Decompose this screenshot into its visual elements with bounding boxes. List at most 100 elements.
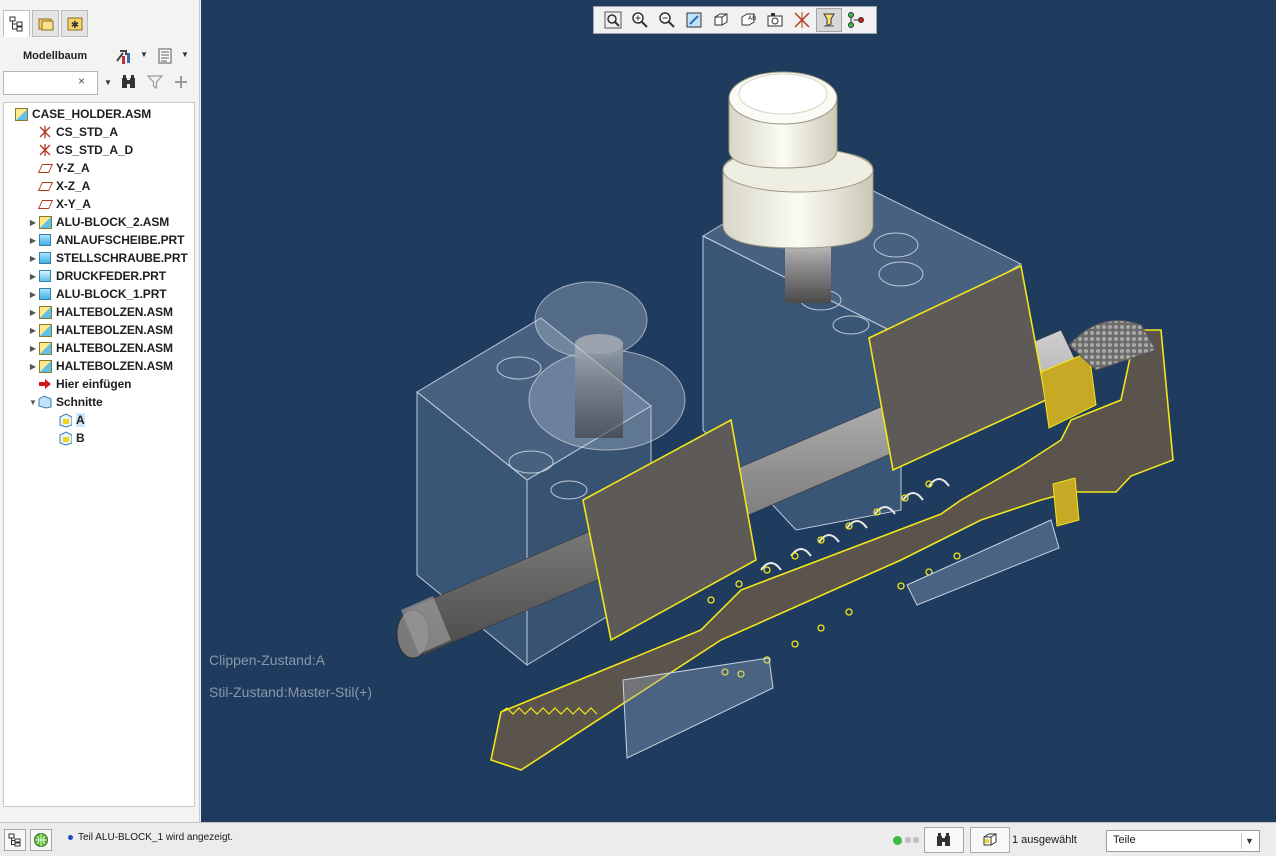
tree-item[interactable]: X-Y_A: [4, 195, 194, 213]
graphics-viewport[interactable]: AB Clippen-Zustand:A Stil-Zustand:Master…: [201, 0, 1276, 822]
tree-item[interactable]: CS_STD_A: [4, 123, 194, 141]
display-style-icon[interactable]: [708, 8, 734, 32]
expand-arrow-icon[interactable]: ▶: [28, 362, 38, 371]
model-tree-panel: ✱ Modellbaum ▼ ▼ × ▼ CASE_HOLDER.ASM CS_S…: [0, 0, 200, 822]
sections-folder-icon: [38, 395, 52, 409]
browser-globe-icon[interactable]: [30, 829, 52, 851]
spin-center-icon[interactable]: [816, 8, 842, 32]
tree-item[interactable]: ▶ DRUCKFEDER.PRT: [4, 267, 194, 285]
style-state-label: Stil-Zustand:Master-Stil(+): [209, 684, 372, 700]
expand-arrow-icon[interactable]: ▶: [28, 326, 38, 335]
tree-header: Modellbaum ▼ ▼: [3, 42, 195, 70]
tree-settings-dropdown-icon[interactable]: ▼: [140, 50, 148, 59]
tree-item-label: HALTEBOLZEN.ASM: [56, 305, 173, 319]
selection-filter-select[interactable]: Teile ▼: [1106, 830, 1260, 852]
tree-item-label: Y-Z_A: [56, 161, 90, 175]
add-column-icon[interactable]: [170, 72, 192, 92]
assembly-icon: [38, 341, 52, 355]
assembly-icon: [38, 305, 52, 319]
selected-items-icon[interactable]: [970, 827, 1010, 853]
tree-item[interactable]: Y-Z_A: [4, 159, 194, 177]
folder-browser-tab-icon[interactable]: [32, 10, 59, 37]
assembly-icon: [38, 215, 52, 229]
model-tree-tab-icon[interactable]: [3, 10, 30, 37]
find-binoculars-icon[interactable]: [118, 72, 140, 92]
tree-item[interactable]: ▶ HALTEBOLZEN.ASM: [4, 303, 194, 321]
model-tree: CASE_HOLDER.ASM CS_STD_A CS_STD_A_D Y-Z_A X-…: [3, 102, 195, 807]
expand-arrow-icon[interactable]: ▶: [28, 272, 38, 281]
tree-item-label: A: [76, 413, 85, 427]
clear-icon[interactable]: ×: [78, 74, 85, 88]
tree-item-label: ALU-BLOCK_1.PRT: [56, 287, 167, 301]
show-menu-dropdown-icon[interactable]: ▼: [181, 50, 189, 59]
tree-item[interactable]: ▶ HALTEBOLZEN.ASM: [4, 321, 194, 339]
tree-title: Modellbaum: [23, 50, 88, 62]
refit-icon[interactable]: [600, 8, 626, 32]
tree-item-label: ALU-BLOCK_2.ASM: [56, 215, 170, 229]
tree-item-label: X-Y_A: [56, 197, 91, 211]
tree-settings-icon[interactable]: [113, 46, 135, 66]
view-toolbar: AB: [593, 6, 877, 34]
repaint-icon[interactable]: [681, 8, 707, 32]
regen-status-icon: [893, 836, 902, 845]
datum-plane-icon: [37, 197, 53, 211]
favorites-tab-icon[interactable]: ✱: [61, 10, 88, 37]
zoom-out-icon[interactable]: [654, 8, 680, 32]
find-binoculars-icon[interactable]: [924, 827, 964, 853]
part-icon: [38, 287, 52, 301]
toggle-navigator-icon[interactable]: [4, 829, 26, 851]
section-icon: [58, 431, 72, 446]
tree-item-label: HALTEBOLZEN.ASM: [56, 359, 173, 373]
selection-count: 1 ausgewählt: [1012, 834, 1077, 846]
insert-here-arrow-icon: [38, 377, 52, 391]
tree-item[interactable]: ▶ ALU-BLOCK_1.PRT: [4, 285, 194, 303]
tree-item[interactable]: X-Z_A: [4, 177, 194, 195]
show-menu-icon[interactable]: [154, 46, 176, 66]
part-icon: [38, 233, 52, 247]
panel-tabs: ✱: [0, 0, 200, 42]
saved-orientations-icon[interactable]: AB: [735, 8, 761, 32]
filter-icon[interactable]: [144, 72, 166, 92]
expand-arrow-icon[interactable]: ▼: [28, 398, 38, 407]
search-dropdown-icon[interactable]: ▼: [104, 78, 112, 87]
datum-display-filters-icon[interactable]: [789, 8, 815, 32]
tree-item-label: CASE_HOLDER.ASM: [32, 107, 152, 121]
tree-item[interactable]: Hier einfügen: [4, 375, 194, 393]
expand-arrow-icon[interactable]: ▶: [28, 236, 38, 245]
tree-item[interactable]: A: [4, 411, 194, 429]
expand-arrow-icon[interactable]: ▶: [28, 290, 38, 299]
annotation-display-icon[interactable]: [843, 8, 869, 32]
coordinate-system-icon: [38, 125, 52, 139]
flexible-part-icon: [38, 269, 52, 283]
tree-item[interactable]: ▶ ALU-BLOCK_2.ASM: [4, 213, 194, 231]
part-icon: [38, 251, 52, 265]
tree-item[interactable]: ▶ HALTEBOLZEN.ASM: [4, 339, 194, 357]
view-manager-icon[interactable]: [762, 8, 788, 32]
regen-status-dot-2-icon: [905, 837, 911, 843]
tree-item[interactable]: CASE_HOLDER.ASM: [4, 105, 194, 123]
expand-arrow-icon[interactable]: ▶: [28, 254, 38, 263]
tree-item[interactable]: ▶ HALTEBOLZEN.ASM: [4, 357, 194, 375]
thrust-washer[interactable]: [528, 281, 686, 451]
datum-plane-icon: [37, 179, 53, 193]
tree-item[interactable]: B: [4, 429, 194, 447]
assembly-icon: [38, 323, 52, 337]
selection-filter-value: Teile: [1113, 834, 1136, 846]
tree-item-label: CS_STD_A: [56, 125, 118, 139]
tree-item[interactable]: CS_STD_A_D: [4, 141, 194, 159]
expand-arrow-icon[interactable]: ▶: [28, 308, 38, 317]
tree-item[interactable]: ▼ Schnitte: [4, 393, 194, 411]
tree-item[interactable]: ▶ STELLSCHRAUBE.PRT: [4, 249, 194, 267]
tree-item[interactable]: ▶ ANLAUFSCHEIBE.PRT: [4, 231, 194, 249]
tree-item-label: HALTEBOLZEN.ASM: [56, 323, 173, 337]
clip-state-label: Clippen-Zustand:A: [209, 652, 325, 668]
expand-arrow-icon[interactable]: ▶: [28, 218, 38, 227]
section-icon: [58, 413, 72, 428]
tree-item-label: CS_STD_A_D: [56, 143, 134, 157]
tree-item-label: Hier einfügen: [56, 377, 132, 391]
zoom-in-icon[interactable]: [627, 8, 653, 32]
chevron-down-icon[interactable]: ▼: [1241, 833, 1257, 849]
tree-item-label: B: [76, 431, 85, 445]
tree-item-label: Schnitte: [56, 395, 103, 409]
expand-arrow-icon[interactable]: ▶: [28, 344, 38, 353]
